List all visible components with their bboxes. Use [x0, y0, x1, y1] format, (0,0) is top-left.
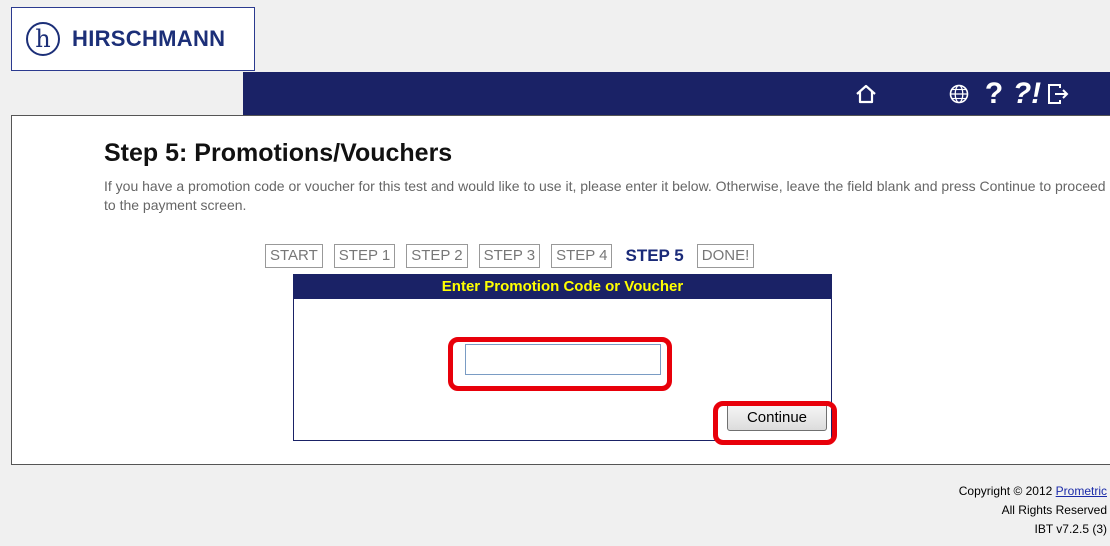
- step-start: START: [265, 244, 323, 268]
- rights-text: All Rights Reserved: [1001, 503, 1107, 517]
- brand-logo: h HIRSCHMANN: [11, 7, 255, 71]
- version-text: IBT v7.2.5 (3): [1034, 522, 1107, 536]
- voucher-panel-header: Enter Promotion Code or Voucher: [294, 275, 831, 299]
- logout-icon[interactable]: [1043, 72, 1073, 115]
- step-progress: START STEP 1 STEP 2 STEP 3 STEP 4 STEP 5…: [265, 244, 765, 268]
- step-done: DONE!: [696, 244, 755, 268]
- globe-icon[interactable]: [943, 72, 975, 115]
- step-3: STEP 3: [478, 244, 541, 268]
- step-4: STEP 4: [551, 244, 613, 268]
- instructions-text: If you have a promotion code or voucher …: [104, 178, 1106, 213]
- home-icon[interactable]: [848, 72, 884, 115]
- brand-name: HIRSCHMANN: [72, 26, 226, 51]
- voucher-panel: Enter Promotion Code or Voucher Continue: [293, 274, 832, 441]
- footer: Copyright © 2012 Prometric All Rights Re…: [959, 482, 1107, 539]
- help-icon[interactable]: ?: [979, 72, 1009, 115]
- step-1: STEP 1: [333, 244, 396, 268]
- faq-icon[interactable]: ?!: [1010, 72, 1044, 115]
- hirschmann-logo-mark: h: [26, 22, 60, 56]
- page-title: Step 5: Promotions/Vouchers: [104, 139, 453, 167]
- step-5-current: STEP 5: [623, 245, 686, 267]
- continue-button[interactable]: Continue: [727, 403, 827, 431]
- top-nav-bar: ? ?!: [243, 72, 1110, 115]
- main-content: Step 5: Promotions/Vouchers If you have …: [11, 115, 1110, 465]
- step-2: STEP 2: [406, 244, 468, 268]
- copyright-line: Copyright © 2012 Prometric: [959, 482, 1107, 501]
- prometric-link[interactable]: Prometric: [1056, 484, 1107, 498]
- copyright-text: Copyright © 2012: [958, 484, 1056, 498]
- promo-code-input[interactable]: [465, 344, 661, 375]
